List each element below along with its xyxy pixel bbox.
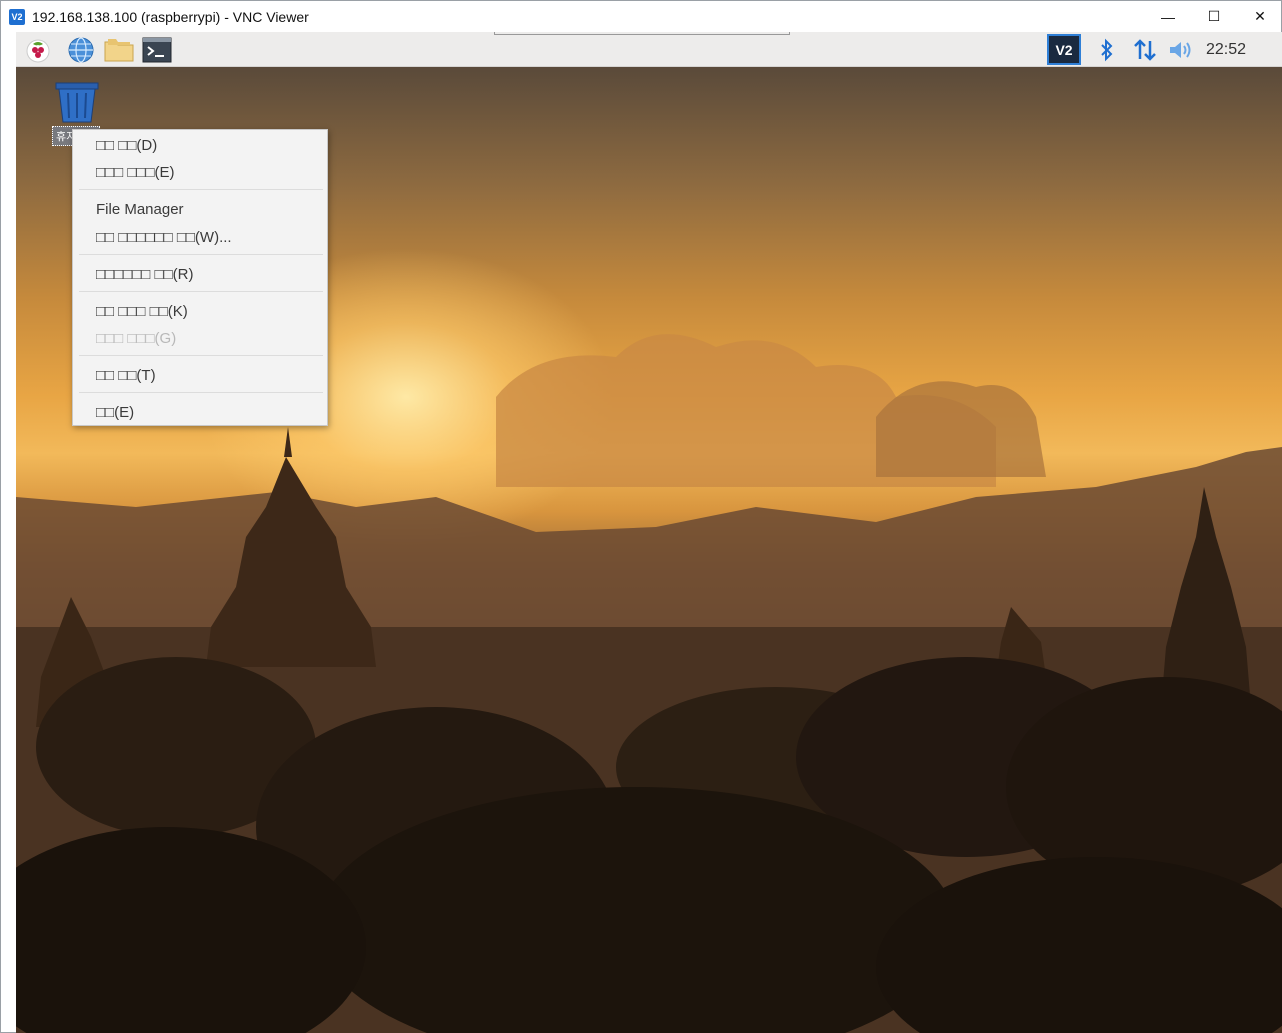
menu-item-0[interactable]: □□ □□(D) [96,133,157,157]
vnc-server-tray-icon[interactable]: V2 [1047,34,1081,65]
raspberry-menu-button[interactable] [23,35,53,65]
menu-item-4[interactable]: □□□□□□ □□(R) [96,262,193,286]
trash-desktop-icon[interactable] [54,80,100,126]
close-button[interactable]: ✕ [1237,1,1282,32]
title-bar[interactable]: V2 192.168.138.100 (raspberrypi) - VNC V… [1,1,1281,32]
terminal-icon [142,37,172,63]
menu-item-7[interactable]: □□ □□(T) [96,363,156,387]
panel-clock[interactable]: 22:52 [1206,32,1246,67]
web-browser-button[interactable] [66,35,96,65]
volume-icon[interactable] [1166,36,1196,64]
window-title: 192.168.138.100 (raspberrypi) - VNC View… [32,8,309,25]
maximize-button[interactable]: ☐ [1191,1,1237,32]
folder-icon [104,39,134,62]
menu-item-file-manager[interactable]: File Manager [96,197,184,221]
trash-bin-icon [55,82,99,123]
menu-item-5[interactable]: □□ □□□ □□(K) [96,299,188,323]
menu-separator [79,392,323,393]
menu-separator [79,291,323,292]
globe-icon [68,37,94,63]
menu-separator [79,189,323,190]
bluetooth-icon[interactable] [1096,36,1118,64]
file-manager-button[interactable] [104,35,134,65]
menu-separator [79,355,323,356]
menu-item-3[interactable]: □□ □□□□□□ □□(W)... [96,225,232,249]
top-panel: V2 22:52 [16,32,1282,67]
terminal-button[interactable] [142,35,172,65]
vnc-viewer-window: V2 192.168.138.100 (raspberrypi) - VNC V… [0,0,1282,1033]
menu-separator [79,254,323,255]
vnc-app-icon: V2 [9,8,25,25]
window-list-area[interactable] [494,32,790,35]
remote-desktop[interactable]: V2 22:52 □□ □□(D) □□□ □□□(E) File Manage… [16,32,1282,1033]
minimize-button[interactable]: — [1145,1,1191,32]
network-transfer-icon[interactable] [1130,36,1160,64]
menu-item-1[interactable]: □□□ □□□(E) [96,160,175,184]
menu-item-8[interactable]: □□(E) [96,400,134,424]
desktop-context-menu: □□ □□(D) □□□ □□□(E) File Manager □□ □□□□… [72,129,328,426]
menu-item-6-disabled: □□□ □□□(G) [96,329,177,347]
raspberry-icon [26,39,50,63]
